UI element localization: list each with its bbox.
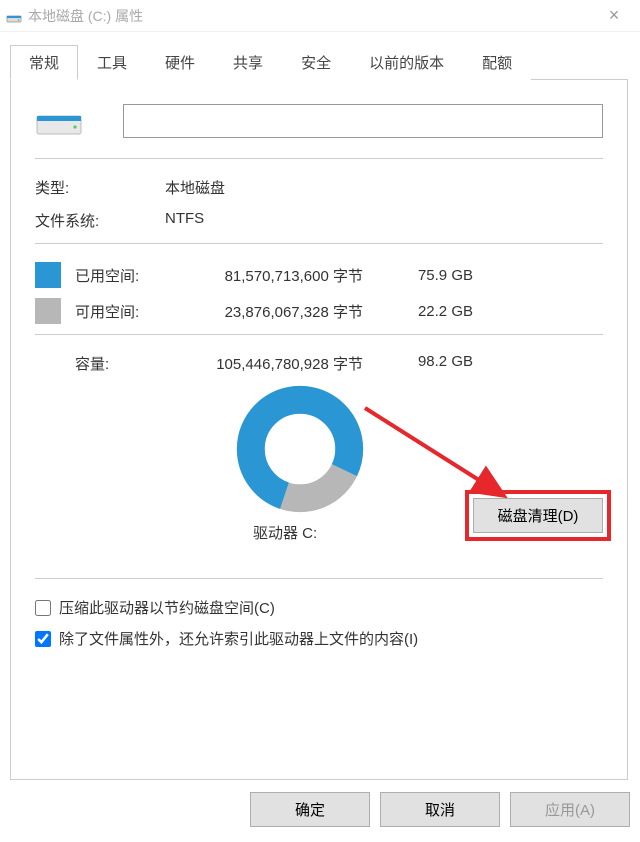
close-icon[interactable]: ×	[594, 5, 634, 26]
separator	[35, 578, 603, 579]
separator	[35, 158, 603, 159]
drive-caption: 驱动器 C:	[253, 522, 317, 543]
tab-general[interactable]: 常规	[10, 45, 78, 80]
separator	[35, 243, 603, 244]
type-label: 类型:	[35, 177, 165, 198]
index-checkbox[interactable]	[35, 631, 51, 647]
compress-checkbox[interactable]	[35, 600, 51, 616]
free-space-label: 可用空间:	[75, 301, 183, 322]
tab-quota[interactable]: 配额	[463, 45, 531, 80]
type-value: 本地磁盘	[165, 177, 603, 198]
general-panel: 类型: 本地磁盘 文件系统: NTFS 已用空间: 81,570,713,600…	[10, 80, 628, 780]
tab-tools[interactable]: 工具	[78, 45, 146, 80]
compress-label: 压缩此驱动器以节约磁盘空间(C)	[59, 597, 275, 618]
tab-hardware[interactable]: 硬件	[146, 45, 214, 80]
used-swatch	[35, 262, 61, 288]
usage-donut-chart	[235, 384, 365, 514]
free-swatch	[35, 298, 61, 324]
used-space-gb: 75.9 GB	[383, 267, 473, 284]
capacity-label: 容量:	[75, 353, 183, 374]
dialog-footer: 确定 取消 应用(A)	[0, 780, 640, 839]
ok-button[interactable]: 确定	[250, 792, 370, 827]
capacity-gb: 98.2 GB	[383, 353, 473, 374]
window-title: 本地磁盘 (C:) 属性	[28, 6, 594, 26]
used-space-label: 已用空间:	[75, 265, 183, 286]
separator	[35, 334, 603, 335]
capacity-bytes: 105,446,780,928 字节	[183, 353, 383, 374]
filesystem-value: NTFS	[165, 210, 603, 231]
used-space-bytes: 81,570,713,600 字节	[183, 265, 383, 286]
free-space-bytes: 23,876,067,328 字节	[183, 301, 383, 322]
disk-cleanup-button[interactable]: 磁盘清理(D)	[473, 498, 603, 533]
drive-icon	[6, 8, 22, 24]
free-space-gb: 22.2 GB	[383, 303, 473, 320]
apply-button[interactable]: 应用(A)	[510, 792, 630, 827]
index-label: 除了文件属性外，还允许索引此驱动器上文件的内容(I)	[59, 628, 418, 649]
tab-security[interactable]: 安全	[282, 45, 350, 80]
drive-icon-large	[35, 102, 83, 140]
cancel-button[interactable]: 取消	[380, 792, 500, 827]
usage-chart-area: 驱动器 C: 磁盘清理(D)	[35, 384, 603, 554]
filesystem-label: 文件系统:	[35, 210, 165, 231]
tabstrip: 常规 工具 硬件 共享 安全 以前的版本 配额	[10, 44, 628, 80]
disk-cleanup-highlight: 磁盘清理(D)	[465, 490, 611, 541]
volume-label-input[interactable]	[123, 104, 603, 138]
tab-sharing[interactable]: 共享	[214, 45, 282, 80]
tab-previous-versions[interactable]: 以前的版本	[350, 45, 463, 80]
titlebar: 本地磁盘 (C:) 属性 ×	[0, 0, 640, 32]
